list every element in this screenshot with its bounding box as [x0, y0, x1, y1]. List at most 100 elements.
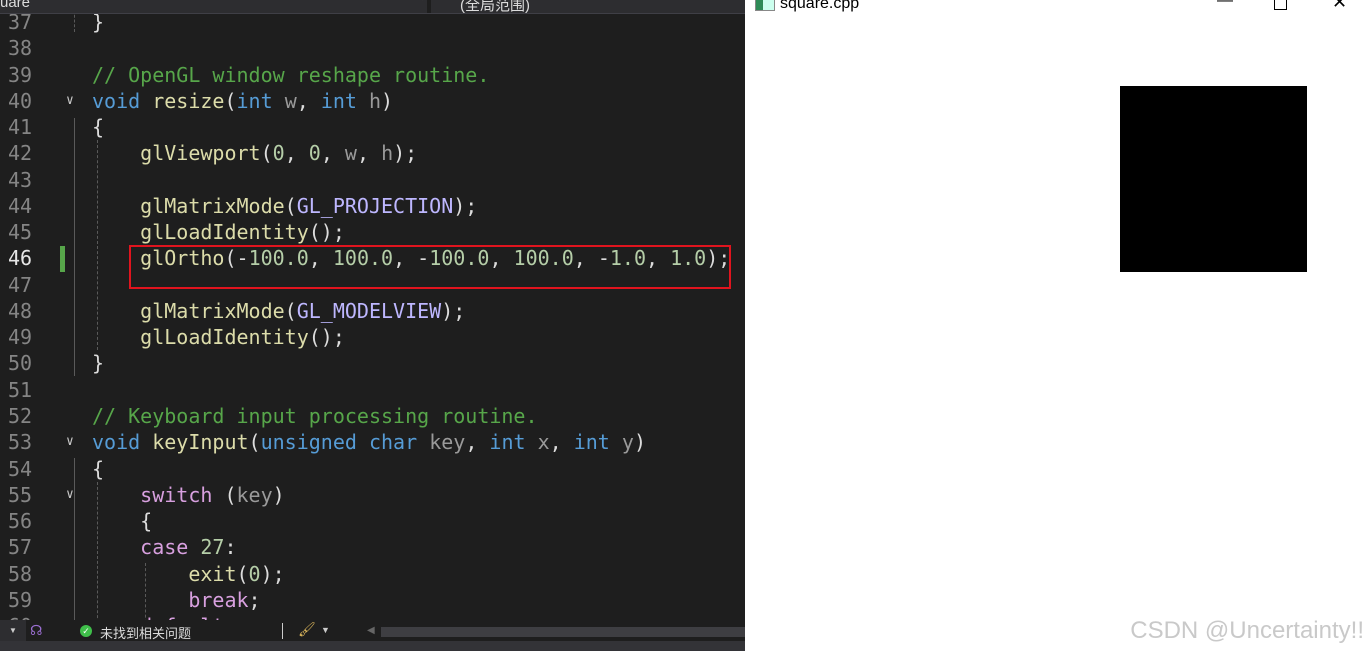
code-token: keyInput — [152, 430, 249, 455]
code-text: void keyInput(unsigned char key, int x, … — [92, 429, 646, 455]
code-text: exit(0); — [92, 561, 284, 587]
code-line[interactable]: 51 — [0, 377, 745, 403]
opengl-window[interactable]: square.cpp — ✕ CSDN @Uncertainty!! — [745, 0, 1368, 651]
line-number: 54 — [8, 456, 33, 481]
code-token: (); — [308, 325, 345, 350]
bottom-strip — [0, 641, 745, 651]
code-line[interactable]: 44 glMatrixMode(GL_PROJECTION); — [0, 193, 745, 219]
code-token: int — [320, 88, 357, 113]
code-token: ); — [441, 298, 466, 323]
line-number: 44 — [8, 193, 33, 218]
code-line[interactable]: 38 — [0, 35, 745, 61]
code-area[interactable]: 37} 38 39// OpenGL window reshape routine.… — [0, 9, 745, 639]
highlight-box — [129, 245, 731, 289]
line-number: 50 — [8, 351, 33, 376]
code-line[interactable]: 42 glViewport(0, 0, w, h); — [0, 140, 745, 166]
code-line[interactable]: 45 glLoadIdentity(); — [0, 219, 745, 245]
code-editor[interactable]: 37} 38 39// OpenGL window reshape routine.… — [0, 0, 745, 651]
code-token: exit — [188, 561, 237, 586]
close-button[interactable]: ✕ — [1332, 0, 1347, 13]
code-line[interactable]: 52 // Keyboard input processing routine. — [0, 403, 745, 429]
code-line[interactable]: 48 glMatrixMode(GL_MODELVIEW); — [0, 298, 745, 324]
horizontal-scrollbar[interactable] — [381, 627, 745, 637]
code-token: key — [236, 482, 273, 507]
line-number: 55 — [8, 482, 33, 507]
code-token: GL_PROJECTION — [296, 193, 454, 218]
scroll-left-icon[interactable]: ◀ — [367, 625, 375, 636]
code-text: glMatrixMode(GL_MODELVIEW); — [92, 298, 465, 324]
code-line[interactable]: 43 — [0, 167, 745, 193]
code-token: 27 — [200, 535, 225, 560]
code-line[interactable]: 55 ∨ switch (key) — [0, 482, 745, 508]
code-token: (); — [308, 220, 345, 245]
navigation-bar: uare ▼ (全局范围) — [0, 0, 745, 14]
code-token: glLoadIdentity — [140, 325, 309, 350]
code-token: char — [368, 430, 418, 455]
line-number: 57 — [8, 535, 33, 560]
code-line[interactable]: 53 ∨ void keyInput(unsigned char key, int … — [0, 429, 745, 455]
fold-chevron-icon[interactable]: ∨ — [66, 88, 74, 114]
code-text: case 27: — [92, 534, 236, 560]
code-line[interactable]: 49 glLoadIdentity(); — [0, 324, 745, 350]
scope-dropdown[interactable]: (全局范围) — [460, 0, 530, 15]
code-text: void resize(int w, int h) — [92, 88, 393, 114]
code-line[interactable]: 56 { — [0, 508, 745, 534]
fold-chevron-icon[interactable]: ∨ — [66, 429, 74, 455]
line-number: 48 — [8, 298, 33, 323]
fold-chevron-icon[interactable]: ∨ — [66, 482, 74, 508]
code-token: void — [92, 88, 141, 113]
line-number: 42 — [8, 141, 33, 166]
code-line[interactable]: 59 break; — [0, 587, 745, 613]
code-token: { — [92, 115, 105, 140]
code-line[interactable]: 39 // OpenGL window reshape routine. — [0, 62, 745, 88]
code-token: ( — [260, 141, 273, 166]
code-token: int — [573, 430, 610, 455]
cleanup-brush-icon[interactable]: 🖌 — [298, 621, 316, 638]
code-token: ( — [224, 88, 237, 113]
issues-status[interactable]: 未找到相关问题 — [100, 623, 191, 642]
code-line[interactable]: 57 case 27: — [0, 534, 745, 560]
line-number: 51 — [8, 377, 33, 402]
code-line[interactable]: 41 { — [0, 114, 745, 140]
watermark: CSDN @Uncertainty!! — [1130, 617, 1364, 644]
code-line[interactable]: 50} — [0, 350, 745, 376]
code-token: ; — [248, 587, 261, 612]
code-text: { — [92, 508, 152, 534]
line-number: 41 — [8, 115, 33, 140]
code-token: ); — [453, 193, 478, 218]
change-indicator — [60, 246, 65, 272]
minimize-button[interactable]: — — [1217, 0, 1233, 10]
code-line[interactable]: 54 { — [0, 456, 745, 482]
code-token: 0 — [248, 561, 261, 586]
chevron-down-icon[interactable]: ▼ — [321, 625, 330, 635]
code-token: GL_MODELVIEW — [296, 298, 442, 323]
line-number: 53 — [8, 430, 33, 455]
code-line[interactable]: 40 ∨ void resize(int w, int h) — [0, 88, 745, 114]
maximize-button[interactable] — [1274, 0, 1287, 10]
zoom-dropdown[interactable]: ▼ — [0, 620, 26, 642]
code-text: glLoadIdentity(); — [92, 219, 345, 245]
code-token: resize — [152, 88, 225, 113]
line-number: 59 — [8, 587, 33, 612]
line-number: 46 — [8, 246, 33, 271]
code-text: { — [92, 114, 104, 140]
code-token: h — [369, 88, 382, 113]
code-token: y — [621, 430, 634, 455]
copilot-icon[interactable]: ☊ — [30, 622, 42, 639]
code-line[interactable]: 58 exit(0); — [0, 561, 745, 587]
project-dropdown[interactable]: uare — [0, 0, 30, 11]
line-number: 39 — [8, 62, 33, 87]
code-token: , — [296, 88, 321, 113]
